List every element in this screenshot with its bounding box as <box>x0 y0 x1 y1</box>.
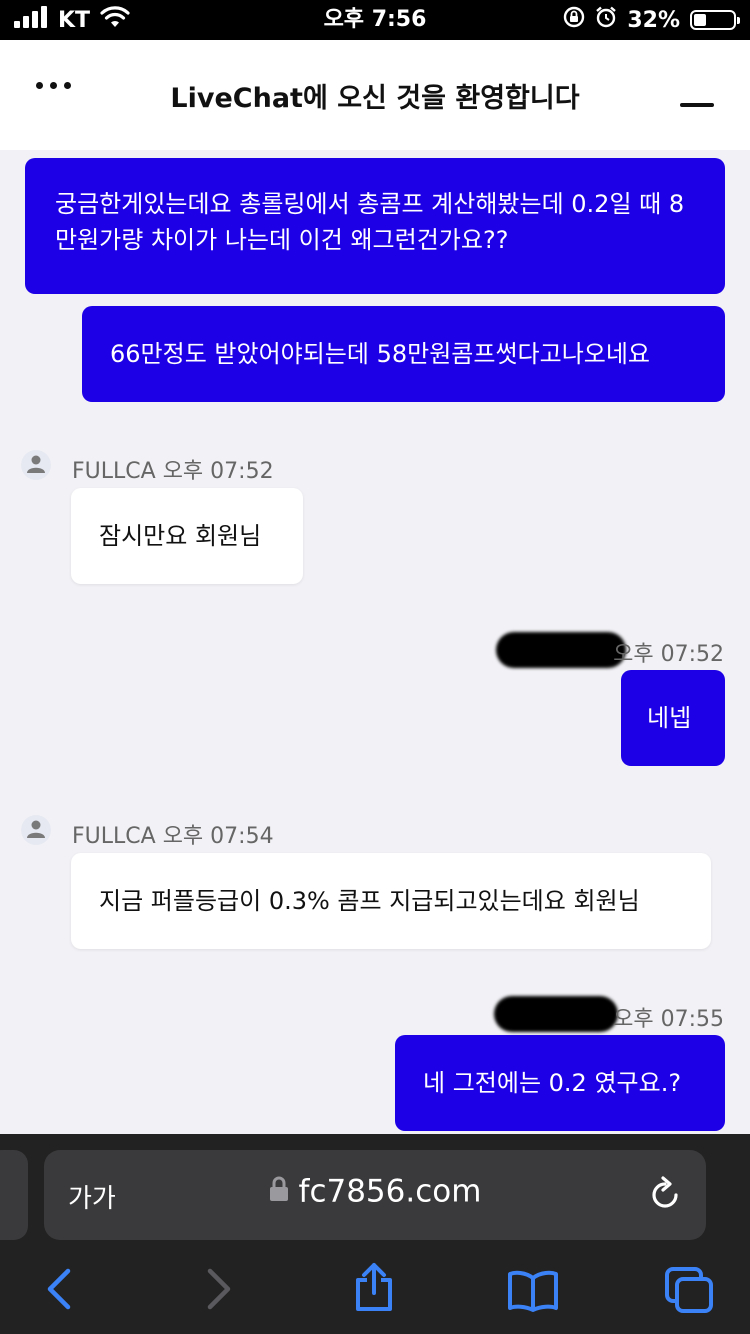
message-text: 지금 퍼플등급이 0.3% 콤프 지급되고있는데요 회원님 <box>99 887 640 915</box>
message-time: 오후 07:52 <box>162 459 274 484</box>
lock-icon <box>269 1174 289 1210</box>
message-meta: FULLCA 오후 07:54 <box>72 818 274 850</box>
minimize-button[interactable] <box>680 103 714 107</box>
battery-percent: 32% <box>627 7 680 33</box>
message-text: 네넵 <box>647 704 692 732</box>
message-text: 궁금한게있는데요 총롤링에서 총콤프 계산해봤는데 0.2일 때 8만원가량 차… <box>55 190 685 254</box>
user-icon <box>27 820 45 838</box>
redacted-name <box>496 632 626 668</box>
url-display[interactable]: fc7856.com <box>44 1172 706 1210</box>
message-bubble: 지금 퍼플등급이 0.3% 콤프 지급되고있는데요 회원님 <box>71 853 711 949</box>
sender-name: FULLCA <box>72 824 156 849</box>
message-bubble: 잠시만요 회원님 <box>71 488 303 584</box>
forward-icon[interactable] <box>204 1268 234 1314</box>
user-icon <box>27 455 45 473</box>
message-text: 66만정도 받았어야되는데 58만원콤프썻다고나오네요 <box>110 340 651 368</box>
browser-toolbar: 가가 fc7856.com <box>0 1134 750 1334</box>
status-bar: KT 오후 7:56 32% <box>0 0 750 40</box>
rotation-lock-icon <box>563 6 585 34</box>
battery-level <box>694 14 706 26</box>
chat-area[interactable]: 궁금한게있는데요 총롤링에서 총콤프 계산해봤는데 0.2일 때 8만원가량 차… <box>0 150 750 1134</box>
message-bubble: 궁금한게있는데요 총롤링에서 총콤프 계산해봤는데 0.2일 때 8만원가량 차… <box>25 158 725 294</box>
share-icon[interactable] <box>353 1262 395 1316</box>
message-bubble: 네넵 <box>621 670 725 766</box>
message-bubble: 66만정도 받았어야되는데 58만원콤프썻다고나오네요 <box>82 306 725 402</box>
back-icon[interactable] <box>44 1268 74 1314</box>
avatar <box>21 450 51 480</box>
sender-name: FULLCA <box>72 459 156 484</box>
avatar <box>21 815 51 845</box>
reload-icon[interactable] <box>648 1176 682 1216</box>
message-text: 잠시만요 회원님 <box>99 522 262 550</box>
redacted-name <box>494 996 618 1032</box>
bookmarks-icon[interactable] <box>507 1270 559 1316</box>
message-bubble: 네 그전에는 0.2 였구요.? <box>395 1035 725 1131</box>
chat-header: LiveChat에 오신 것을 환영합니다 <box>0 40 750 150</box>
url-text: fc7856.com <box>298 1173 482 1210</box>
previous-tab[interactable] <box>0 1150 28 1240</box>
alarm-icon <box>595 6 617 34</box>
message-text: 네 그전에는 0.2 였구요.? <box>423 1069 682 1097</box>
message-meta: FULLCA 오후 07:52 <box>72 453 274 485</box>
message-time: 오후 07:55 <box>613 1007 724 1032</box>
address-bar[interactable]: 가가 fc7856.com <box>44 1150 706 1240</box>
message-time: 오후 07:52 <box>613 642 724 667</box>
tabs-icon[interactable] <box>664 1266 714 1318</box>
battery-icon <box>690 10 740 30</box>
message-time: 오후 07:54 <box>162 824 274 849</box>
page-title: LiveChat에 오신 것을 환영합니다 <box>170 83 580 114</box>
